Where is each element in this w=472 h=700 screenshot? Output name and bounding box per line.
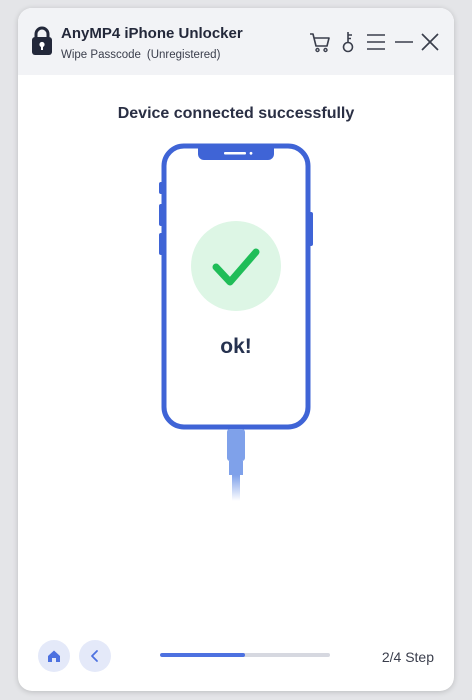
home-icon bbox=[48, 650, 60, 662]
success-badge bbox=[191, 221, 281, 311]
back-button[interactable] bbox=[79, 640, 111, 672]
step-indicator: 2/4 Step bbox=[381, 649, 434, 665]
app-window: AnyMP4 iPhone Unlocker Wipe Passcode (Unr… bbox=[18, 8, 454, 691]
step-progress-fill bbox=[160, 653, 245, 657]
step-progress-bar bbox=[160, 653, 330, 657]
usb-cable bbox=[232, 475, 240, 501]
connection-status: ok! bbox=[220, 335, 252, 358]
chevron-left-icon bbox=[91, 650, 98, 662]
usb-connector bbox=[227, 429, 245, 461]
home-button[interactable] bbox=[38, 640, 70, 672]
